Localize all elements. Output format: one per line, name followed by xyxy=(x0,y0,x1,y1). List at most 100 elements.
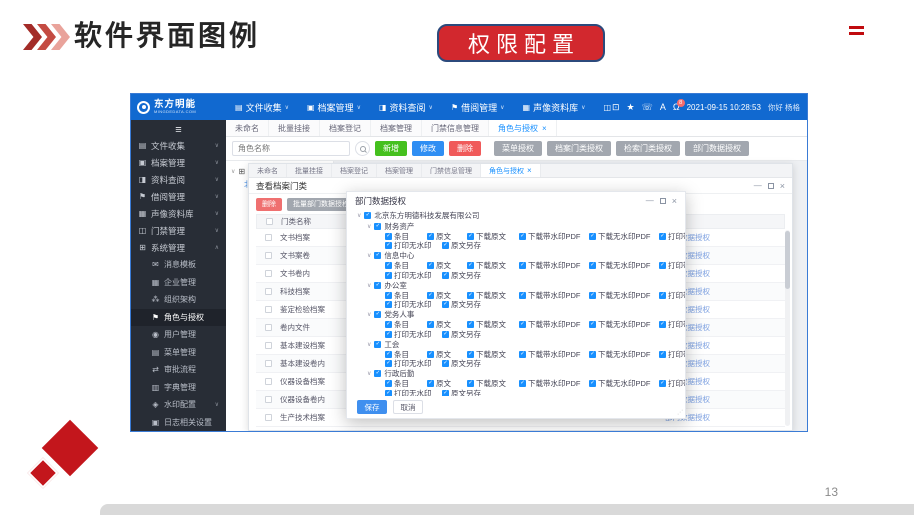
minimize-icon[interactable]: — xyxy=(754,181,762,190)
sidebar-subitem-日志相关设置[interactable]: ▣日志相关设置 xyxy=(131,414,226,432)
row-checkbox[interactable] xyxy=(265,360,272,367)
checkbox-checked[interactable]: ✓ xyxy=(442,360,449,367)
close-icon[interactable]: × xyxy=(780,181,785,191)
checkbox-checked[interactable]: ✓ xyxy=(385,351,392,358)
search-button[interactable] xyxy=(355,141,370,156)
tab-档案管理[interactable]: 档案管理 xyxy=(377,164,422,177)
checkbox-checked[interactable]: ✓ xyxy=(442,242,449,249)
checkbox-checked[interactable]: ✓ xyxy=(374,341,381,348)
sidebar-subitem-水印配置[interactable]: ◈水印配置∨ xyxy=(131,396,226,414)
tab-批量挂接[interactable]: 批量挂接 xyxy=(269,120,320,136)
sidebar-subitem-用户管理[interactable]: ◉用户管理 xyxy=(131,326,226,344)
row-checkbox[interactable] xyxy=(265,234,272,241)
checkbox-checked[interactable]: ✓ xyxy=(467,351,474,358)
sidebar-subitem-企业管理[interactable]: ▦企业管理 xyxy=(131,274,226,292)
fullscreen-icon[interactable]: ⊡ xyxy=(612,103,620,112)
sidebar-subitem-字典管理[interactable]: ▥字典管理 xyxy=(131,379,226,397)
row-checkbox[interactable] xyxy=(265,306,272,313)
checkbox-checked[interactable]: ✓ xyxy=(385,321,392,328)
cancel-button[interactable]: 取消 xyxy=(393,400,423,414)
nav-item-门禁管理[interactable]: ◫门禁管理∨ xyxy=(604,101,612,114)
checkbox-checked[interactable]: ✓ xyxy=(385,331,392,338)
sidebar-item-资料查阅[interactable]: ◨资料查阅∨ xyxy=(131,171,226,188)
checkbox-checked[interactable]: ✓ xyxy=(589,380,596,387)
nav-item-资料查阅[interactable]: ◨资料查阅∨ xyxy=(379,101,433,114)
button-检索门类授权[interactable]: 检索门类授权 xyxy=(616,141,680,156)
sidebar-subitem-角色与授权[interactable]: ⚑角色与授权 xyxy=(131,309,226,327)
modal-root-node[interactable]: ∨ ✓ 北京东方明德科技发展有限公司 xyxy=(357,210,675,221)
tab-档案登记[interactable]: 档案登记 xyxy=(332,164,377,177)
checkbox-checked[interactable]: ✓ xyxy=(442,272,449,279)
row-checkbox[interactable] xyxy=(265,378,272,385)
tab-档案登记[interactable]: 档案登记 xyxy=(320,120,371,136)
checkbox-checked[interactable]: ✓ xyxy=(659,380,666,387)
sidebar-subitem-消息模板[interactable]: ✉消息模板 xyxy=(131,256,226,274)
nav-item-借阅管理[interactable]: ⚑借阅管理∨ xyxy=(451,101,505,114)
sidebar-item-系统管理[interactable]: ⊞系统管理∧ xyxy=(131,239,226,256)
checkbox-checked[interactable]: ✓ xyxy=(519,321,526,328)
tab-角色与授权[interactable]: 角色与授权× xyxy=(481,164,541,177)
checkbox-checked[interactable]: ✓ xyxy=(374,311,381,318)
checkbox-checked[interactable]: ✓ xyxy=(442,301,449,308)
tab-批量挂接[interactable]: 批量挂接 xyxy=(287,164,332,177)
nav-item-档案管理[interactable]: ▣档案管理∨ xyxy=(307,101,361,114)
row-checkbox[interactable] xyxy=(265,252,272,259)
checkbox-checked[interactable]: ✓ xyxy=(519,380,526,387)
sidebar-collapse-icon[interactable]: ≡ xyxy=(131,122,226,137)
checkbox-checked[interactable]: ✓ xyxy=(374,252,381,259)
checkbox-checked[interactable]: ✓ xyxy=(589,233,596,240)
checkbox-checked[interactable]: ✓ xyxy=(467,292,474,299)
star-icon[interactable]: ★ xyxy=(627,103,635,112)
maximize-icon[interactable] xyxy=(660,198,666,204)
button-档案门类授权[interactable]: 档案门类授权 xyxy=(547,141,611,156)
headset-icon[interactable]: ☏ xyxy=(642,103,653,112)
checkbox-checked[interactable]: ✓ xyxy=(374,282,381,289)
sidebar-subitem-菜单管理[interactable]: ▤菜单管理 xyxy=(131,344,226,362)
checkbox-checked[interactable]: ✓ xyxy=(659,262,666,269)
nav-item-文件收集[interactable]: ▤文件收集∨ xyxy=(235,101,289,114)
checkbox-checked[interactable]: ✓ xyxy=(385,242,392,249)
checkbox-checked[interactable]: ✓ xyxy=(467,321,474,328)
button-删除[interactable]: 删除 xyxy=(449,141,481,156)
scrollbar[interactable] xyxy=(785,230,790,426)
sidebar-item-声像资料库[interactable]: ▦声像资料库∨ xyxy=(131,205,226,222)
search-input[interactable] xyxy=(232,141,350,156)
tab-未命名[interactable]: 未命名 xyxy=(249,164,287,177)
row-checkbox[interactable] xyxy=(265,270,272,277)
sidebar-item-门禁管理[interactable]: ◫门禁管理∨ xyxy=(131,222,226,239)
tab-角色与授权[interactable]: 角色与授权× xyxy=(489,120,557,136)
checkbox-checked[interactable]: ✓ xyxy=(427,321,434,328)
minimize-icon[interactable]: — xyxy=(646,196,654,205)
checkbox-checked[interactable]: ✓ xyxy=(589,262,596,269)
checkbox-checked[interactable]: ✓ xyxy=(427,262,434,269)
checkbox-checked[interactable]: ✓ xyxy=(589,351,596,358)
checkbox-checked[interactable]: ✓ xyxy=(519,262,526,269)
checkbox-checked[interactable]: ✓ xyxy=(659,292,666,299)
checkbox-checked[interactable]: ✓ xyxy=(385,292,392,299)
tab-门禁信息管理[interactable]: 门禁信息管理 xyxy=(422,120,489,136)
checkbox-checked[interactable]: ✓ xyxy=(385,272,392,279)
scrollbar-thumb[interactable] xyxy=(785,231,790,289)
sidebar-item-档案管理[interactable]: ▣档案管理∨ xyxy=(131,154,226,171)
checkbox-checked[interactable]: ✓ xyxy=(427,233,434,240)
checkbox-checked[interactable]: ✓ xyxy=(519,292,526,299)
checkbox-checked[interactable]: ✓ xyxy=(659,321,666,328)
checkbox-checked[interactable]: ✓ xyxy=(467,380,474,387)
row-checkbox[interactable] xyxy=(265,342,272,349)
sidebar-item-借阅管理[interactable]: ⚑借阅管理∨ xyxy=(131,188,226,205)
close-icon[interactable]: × xyxy=(672,196,677,206)
button-批量部门数据授权[interactable]: 批量部门数据授权 xyxy=(287,198,355,211)
row-checkbox[interactable] xyxy=(265,288,272,295)
checkbox-checked[interactable]: ✓ xyxy=(659,351,666,358)
close-icon[interactable]: × xyxy=(527,166,532,175)
checkbox-checked[interactable]: ✓ xyxy=(519,233,526,240)
font-size-icon[interactable]: A xyxy=(660,103,666,112)
sidebar-item-文件收集[interactable]: ▤文件收集∨ xyxy=(131,137,226,154)
checkbox-checked[interactable]: ✓ xyxy=(374,223,381,230)
checkbox-checked[interactable]: ✓ xyxy=(374,370,381,377)
save-button[interactable]: 保存 xyxy=(357,400,387,414)
row-checkbox[interactable] xyxy=(265,324,272,331)
resize-handle[interactable]: ⋰ xyxy=(677,409,683,416)
checkbox-checked[interactable]: ✓ xyxy=(589,321,596,328)
checkbox-checked[interactable]: ✓ xyxy=(589,292,596,299)
